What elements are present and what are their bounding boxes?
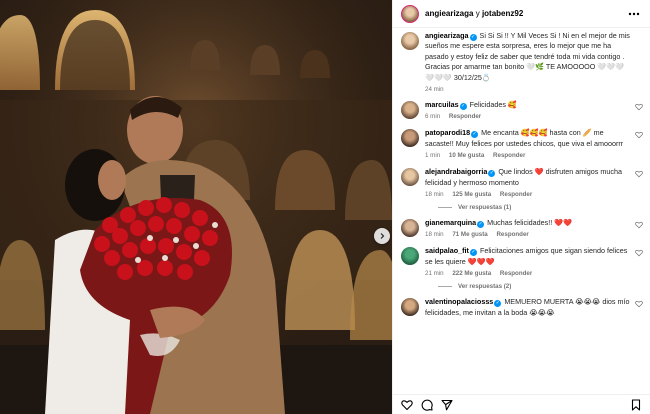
- avatar[interactable]: [401, 298, 419, 317]
- comment-likes[interactable]: 125 Me gusta: [452, 191, 491, 198]
- view-replies-label[interactable]: Ver respuestas (1): [458, 204, 511, 211]
- verified-badge-icon: ✓: [477, 221, 485, 229]
- avatar[interactable]: [401, 101, 419, 120]
- author-name[interactable]: angiearizaga: [425, 9, 473, 18]
- reply-button[interactable]: Responder: [500, 191, 532, 198]
- author-avatar[interactable]: [401, 4, 419, 23]
- avatar[interactable]: [401, 32, 419, 50]
- caption-meta: 24 min: [425, 86, 632, 94]
- heart-outline-icon[interactable]: [635, 221, 643, 229]
- comments-list[interactable]: angiearizaga ✓ Si Si Si !! Y Mil Veces Si…: [393, 31, 650, 394]
- comment-meta: 21 min 222 Me gusta Responder: [425, 270, 632, 278]
- comment-meta: 18 min 125 Me gusta Responder: [425, 191, 632, 199]
- comment-time: 18 min: [425, 231, 444, 239]
- verified-badge-icon: ✓: [488, 170, 496, 178]
- divider: [438, 286, 452, 288]
- reply-button[interactable]: Responder: [449, 113, 481, 120]
- heart-outline-icon[interactable]: [635, 131, 643, 139]
- verified-badge-icon: ✓: [469, 249, 477, 257]
- comment-item: gianemarquina ✓ Muchas felicidades!! ❤️❤️…: [393, 218, 650, 239]
- avatar[interactable]: [401, 247, 419, 266]
- comment-time: 6 min: [425, 113, 441, 121]
- view-replies-button[interactable]: Ver respuestas (1): [438, 204, 650, 211]
- verified-badge-icon: ✓: [494, 300, 502, 308]
- comment-meta: 18 min 71 Me gusta Responder: [425, 231, 632, 239]
- comment-item: valentinopalaciosss ✓ MEMUERO MUERTA 😭😭😭 …: [393, 297, 650, 318]
- verified-badge-icon: ✓: [469, 34, 477, 41]
- comments-panel: angiearizaga y jotabenz92 angiearizaga ✓ …: [392, 0, 650, 414]
- comment-username[interactable]: patoparodi18: [425, 128, 470, 137]
- more-horizontal-icon: [628, 12, 640, 16]
- author-conjunction: y: [475, 9, 480, 18]
- verified-badge-icon: ✓: [459, 103, 467, 111]
- comment-likes[interactable]: 71 Me gusta: [452, 231, 487, 238]
- heart-outline-icon[interactable]: [635, 170, 643, 178]
- caption-time: 24 min: [425, 86, 444, 94]
- carousel-next-button[interactable]: [374, 228, 390, 244]
- avatar[interactable]: [401, 129, 419, 148]
- comment-item: alejandrabaigorria ✓ Que lindos ❤️ disfru…: [393, 167, 650, 199]
- comment-time: 1 min: [425, 152, 441, 160]
- comment-item: saidpalao_fit ✓ Felicitaciones amigos que…: [393, 246, 650, 278]
- post-photo[interactable]: [0, 0, 392, 414]
- bookmark-icon[interactable]: [630, 398, 642, 411]
- comment-username[interactable]: valentinopalaciosss: [425, 297, 493, 306]
- verified-badge-icon: ✓: [471, 131, 479, 139]
- divider: [438, 207, 452, 209]
- comment-item: patoparodi18 ✓ Me encanta 🥰🥰🥰 hasta con 🥖…: [393, 128, 650, 160]
- comment-icon[interactable]: [421, 399, 433, 411]
- heart-icon[interactable]: [401, 399, 413, 411]
- comment-time: 21 min: [425, 270, 444, 278]
- comment-username[interactable]: alejandrabaigorria: [425, 167, 487, 176]
- comment-time: 18 min: [425, 191, 444, 199]
- comment-text: Felicidades 🥰: [469, 100, 517, 110]
- heart-outline-icon[interactable]: [635, 249, 643, 257]
- comment-likes[interactable]: 222 Me gusta: [452, 270, 491, 277]
- caption-username[interactable]: angiearizaga: [425, 31, 469, 40]
- heart-outline-icon[interactable]: [635, 103, 643, 111]
- heart-outline-icon[interactable]: [635, 300, 643, 308]
- caption: angiearizaga ✓ Si Si Si !! Y Mil Veces Si…: [393, 31, 650, 94]
- coauthor-name[interactable]: jotabenz92: [482, 9, 523, 18]
- comment-meta: 1 min 10 Me gusta Responder: [425, 152, 632, 160]
- avatar[interactable]: [401, 219, 419, 238]
- avatar[interactable]: [401, 168, 419, 187]
- more-options-button[interactable]: [626, 8, 642, 19]
- send-icon[interactable]: [441, 399, 453, 411]
- comment-username[interactable]: marcuilas: [425, 100, 459, 109]
- comment-username[interactable]: gianemarquina: [425, 218, 476, 227]
- view-replies-label[interactable]: Ver respuestas (2): [458, 283, 511, 290]
- reply-button[interactable]: Responder: [500, 270, 532, 277]
- comment-meta: 6 min Responder: [425, 113, 632, 121]
- comment-username[interactable]: saidpalao_fit: [425, 246, 469, 255]
- post-header: angiearizaga y jotabenz92: [393, 0, 650, 28]
- comment-likes[interactable]: 10 Me gusta: [449, 152, 484, 159]
- comment-item: marcuilas ✓ Felicidades 🥰 6 min Responder: [393, 100, 650, 121]
- chevron-right-icon: [380, 233, 385, 239]
- post-authors[interactable]: angiearizaga y jotabenz92: [425, 9, 626, 18]
- colosseum-couple-image: [0, 0, 392, 414]
- reply-button[interactable]: Responder: [496, 231, 528, 238]
- comment-text: Muchas felicidades!! ❤️❤️: [487, 218, 573, 228]
- reply-button[interactable]: Responder: [493, 152, 525, 159]
- view-replies-button[interactable]: Ver respuestas (2): [438, 283, 650, 290]
- action-bar: [393, 394, 650, 414]
